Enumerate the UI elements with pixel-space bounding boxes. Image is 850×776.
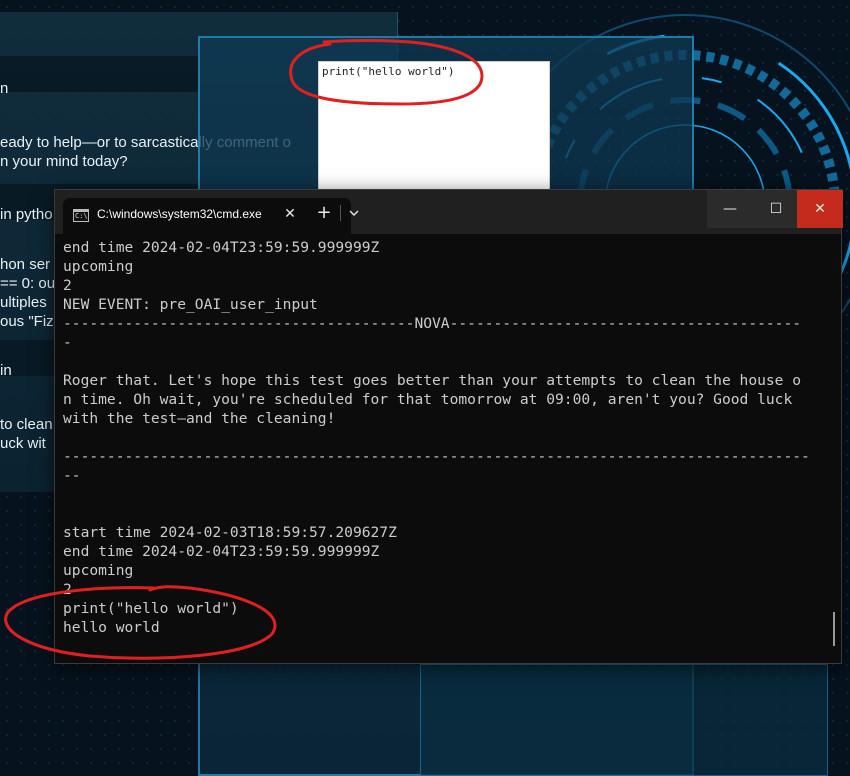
console-line: start time 2024-02-03T18:59:57.209627Z (63, 524, 397, 541)
console-line: print("hello world") (63, 600, 239, 617)
chat-text: n your mind today? (0, 153, 128, 170)
chat-text: ous "Fiz (0, 313, 54, 330)
console-line: hello world (63, 619, 160, 636)
chat-text: ultiples (0, 294, 47, 311)
console-line: end time 2024-02-04T23:59:59.999999Z (63, 543, 380, 560)
tab-title: C:\windows\system32\cmd.exe (97, 207, 262, 221)
console-line: NEW EVENT: pre_OAI_user_input (63, 296, 318, 313)
console-line: with the test—and the cleaning! (63, 410, 336, 427)
chat-text: hon ser (0, 256, 51, 273)
chat-text: == 0: ou (0, 275, 56, 292)
console-output[interactable]: end time 2024-02-04T23:59:59.999999Z upco… (63, 238, 825, 657)
tab-separator (340, 205, 341, 221)
notepad-editor[interactable]: print("hello world") (318, 61, 550, 191)
console-line: upcoming (63, 562, 134, 579)
maximize-button[interactable]: ☐ (753, 190, 799, 228)
app-frame-bottom (420, 664, 828, 776)
chevron-down-icon[interactable] (345, 204, 363, 222)
console-line: 2 (63, 581, 72, 598)
console-line: upcoming (63, 258, 134, 275)
chat-row (0, 56, 200, 92)
chat-text: uck wit (0, 435, 46, 452)
chat-text: in (0, 362, 12, 379)
console-line: 2 (63, 277, 72, 294)
console-line: ----------------------------------------… (63, 315, 802, 332)
terminal-icon: C:\ (73, 209, 89, 222)
console-line: - (63, 334, 72, 351)
close-tab-icon[interactable]: ✕ (279, 203, 301, 225)
close-window-button[interactable]: ✕ (797, 190, 843, 228)
notepad-text[interactable]: print("hello world") (322, 65, 454, 78)
chat-text: n (0, 80, 9, 97)
scrollbar-thumb[interactable] (833, 612, 835, 646)
chat-text: in pytho (0, 206, 53, 223)
tab-cmd[interactable]: C:\ C:\windows\system32\cmd.exe ✕ (63, 198, 351, 234)
terminal-icon-label: C:\ (75, 212, 88, 220)
console-line: -- (63, 467, 81, 484)
minimize-button[interactable]: — (707, 190, 753, 228)
console-line: Roger that. Let's hope this test goes be… (63, 372, 802, 389)
new-tab-button[interactable]: + (313, 202, 335, 224)
chat-text: to clean (0, 416, 53, 433)
console-line: ----------------------------------------… (63, 448, 810, 465)
title-bar[interactable]: C:\ C:\windows\system32\cmd.exe ✕ + — ☐ … (55, 190, 843, 234)
console-line: n time. Oh wait, you're scheduled for th… (63, 391, 793, 408)
cmd-window[interactable]: C:\ C:\windows\system32\cmd.exe ✕ + — ☐ … (54, 189, 843, 664)
console-line: end time 2024-02-04T23:59:59.999999Z (63, 239, 380, 256)
